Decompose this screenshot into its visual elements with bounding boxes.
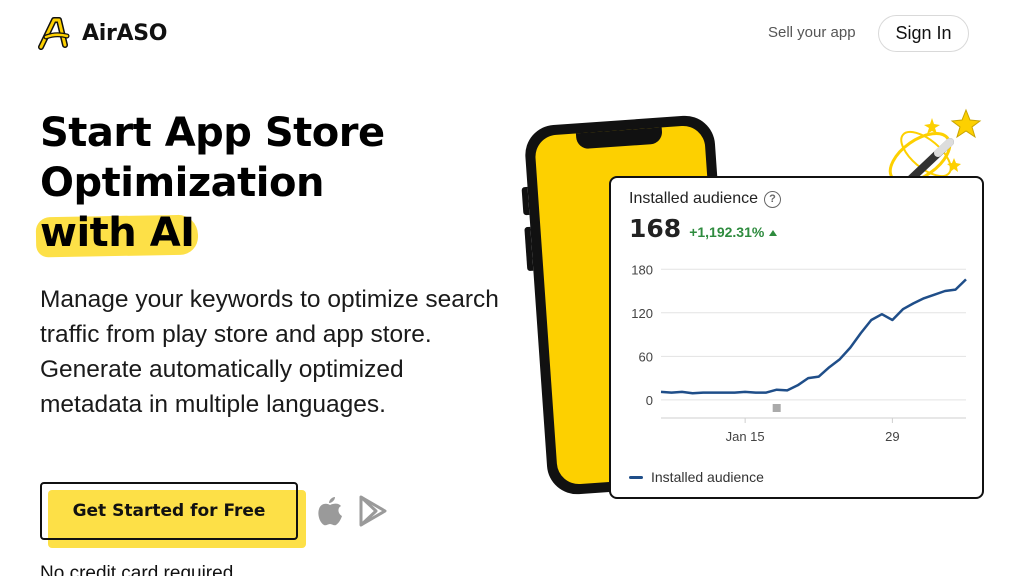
x-tick-label: 29 [885, 429, 899, 444]
y-tick-label: 60 [639, 349, 653, 364]
installed-audience-card: Installed audience ? 168 +1,192.31% 180 1… [609, 176, 984, 499]
y-tick-label: 120 [631, 306, 653, 321]
metric-value: 168 [629, 214, 682, 243]
line-chart: 180 120 60 0 Jan 15 29 [631, 262, 967, 444]
hero-subtext: Manage your keywords to optimize search … [40, 286, 499, 418]
brand-name: AirASO [82, 20, 168, 46]
headline-line-2: Optimization [40, 160, 324, 206]
annotation-marker [772, 404, 781, 412]
metric-change: +1,192.31% [689, 224, 778, 240]
airaso-logo-icon [38, 17, 70, 50]
legend-swatch [629, 475, 643, 479]
hero-headline: Start App Store Optimization with AI [35, 108, 480, 258]
card-title: Installed audience ? [629, 190, 781, 208]
phone-side-button [524, 226, 534, 272]
metric-change-text: +1,192.31% [689, 224, 765, 240]
triangle-up-icon [769, 230, 778, 236]
series-line-installed-audience [660, 278, 967, 395]
brand-logo[interactable]: AirASO [38, 16, 168, 50]
sell-your-app-link[interactable]: Sell your app [768, 24, 856, 41]
no-credit-card-note: No credit card required [40, 563, 234, 576]
card-title-text: Installed audience [629, 190, 758, 207]
y-tick-label: 180 [631, 262, 653, 277]
headline-line-3-text: with AI [40, 210, 195, 256]
y-tick-label: 0 [646, 393, 653, 408]
x-tick-label: Jan 15 [726, 429, 765, 444]
get-started-button[interactable]: Get Started for Free [40, 482, 298, 540]
google-play-icon[interactable] [358, 495, 388, 527]
help-icon[interactable]: ? [763, 190, 781, 208]
phone-side-button [521, 186, 530, 216]
chart-legend: Installed audience [629, 469, 764, 485]
phone-notch [575, 127, 663, 150]
headline-line-1: Start App Store [40, 110, 385, 156]
apple-icon[interactable] [316, 495, 344, 527]
card-metric: 168 +1,192.31% [629, 214, 778, 243]
legend-label: Installed audience [651, 469, 764, 485]
store-icons [316, 495, 388, 527]
headline-line-3: with AI [35, 208, 480, 258]
sign-in-button[interactable]: Sign In [878, 15, 969, 52]
